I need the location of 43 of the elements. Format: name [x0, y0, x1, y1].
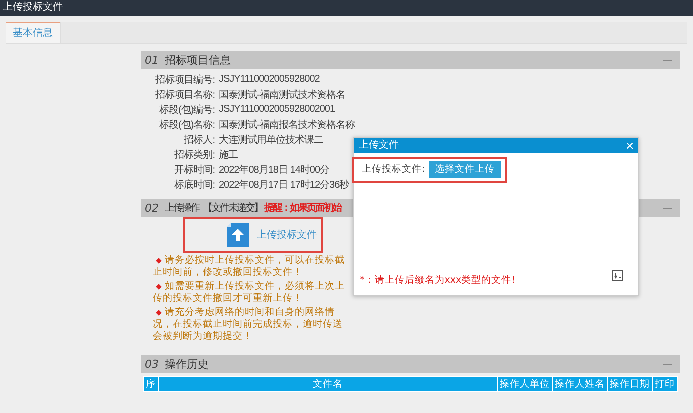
close-icon[interactable]: [627, 142, 633, 148]
field-value: 施工: [218, 148, 238, 162]
field-label: 标底时间:: [174, 178, 215, 192]
column-header: 操作人姓名: [552, 376, 608, 392]
section-number: 01: [145, 54, 159, 66]
column-header: 操作日期: [608, 376, 652, 392]
field-label: 标段(包)编号:: [158, 104, 215, 116]
field-label: 招标类别:: [174, 148, 215, 162]
section-number: 03: [145, 358, 159, 370]
field-value: 2022年08月17日 17时12分36秒: [218, 178, 350, 192]
note-text: 请务必按时上传投标文件，可以在投标截止时间前，修改或撤回投标文件！: [153, 255, 346, 279]
note-text: 如需要重新上传投标文件，必须将上次上传的投标文件撤回才可重新上传！: [153, 281, 346, 305]
document-icon[interactable]: [612, 270, 624, 282]
window-title: 上传投标文件: [0, 0, 693, 16]
field-label: 招标项目名称:: [154, 88, 215, 102]
choose-file-button[interactable]: 选择文件上传: [429, 161, 502, 178]
tab[interactable]: 基本信息: [6, 22, 61, 43]
file-status: 【文件未递交】: [203, 202, 262, 215]
field-label: 招标项目编号:: [154, 74, 215, 86]
field-label: 上传投标文件:: [362, 163, 426, 176]
field-value: JSJY1110002005928002: [218, 74, 320, 85]
field-value: 国泰测试-福南测试技术资格名: [218, 88, 346, 102]
warning-text: *：请上传后缀名为xxx类型的文件!: [360, 274, 516, 287]
field-label: 开标时间:: [174, 164, 215, 176]
field-label: 标段(包)名称:: [158, 118, 215, 132]
section-title: 操作历史: [165, 356, 209, 372]
field-label: 招标人:: [183, 134, 215, 146]
note-text: 请充分考虑网络的时间和自身的网络情况，在投标截止时间前完成投标，逾时传送会被判断为逾期提交！: [153, 307, 344, 343]
column-header: 操作人单位: [498, 376, 552, 392]
field-value: 2022年08月18日 14时00分: [218, 164, 330, 176]
field-value: 大连测试用单位技术课二: [218, 134, 324, 146]
column-header: 序: [144, 376, 158, 392]
upload-link[interactable]: 上传投标文件: [257, 228, 317, 242]
section-title: 上传操作: [165, 202, 199, 215]
field-value: JSJY1110002005928002001: [218, 104, 336, 115]
section-number: 02: [145, 202, 159, 214]
section-title: 招标项目信息: [165, 52, 231, 68]
dialog-title: 上传文件: [359, 138, 399, 153]
upload-file-icon[interactable]: [227, 223, 249, 247]
reminder-text: 提醒：如果页面初始: [264, 201, 341, 215]
column-header: 文件名: [158, 376, 498, 392]
column-header: 打印: [652, 376, 678, 392]
field-value: 国泰测试-福南报名技术资格名称: [218, 118, 355, 132]
